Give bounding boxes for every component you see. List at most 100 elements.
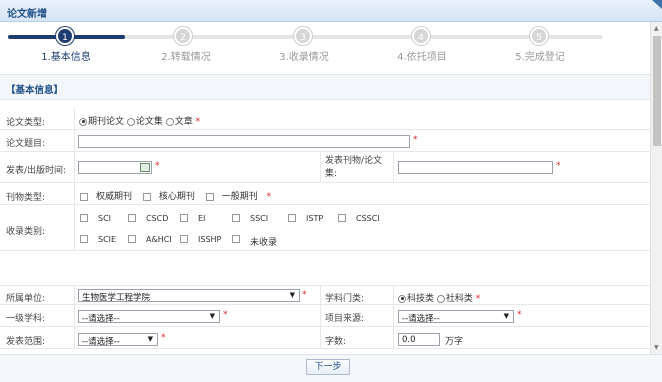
radio-paper-collection-label: 论文集	[135, 117, 163, 127]
required-mark: *	[413, 135, 418, 145]
row-journal-type: 刊物类型: 权威期刊 核心期刊 一般期刊 *	[0, 183, 650, 205]
row-paper-type: 论文类型: 期刊论文 论文集 文章 *	[0, 108, 650, 130]
radio-science-tech-label: 科技类	[407, 294, 435, 304]
checkbox-sci[interactable]	[80, 214, 88, 222]
first-subject-select[interactable]: --请选择-- ▼	[78, 310, 220, 324]
radio-social-science[interactable]	[436, 294, 445, 303]
checkbox-core-journal-label: 核心期刊	[158, 192, 195, 202]
section-title: 【基本信息】	[6, 85, 64, 96]
radio-paper-collection[interactable]	[126, 117, 135, 126]
divider	[74, 305, 75, 326]
row-index-category: 收录类别: SCI CSCD EI SSCI ISTP CSSCI SCIE A…	[0, 205, 650, 251]
journal-label: 发表刊物/论文集:	[325, 156, 383, 179]
journal-type-label: 刊物类型:	[6, 193, 46, 203]
radio-article-label: 文章	[174, 117, 193, 127]
divider	[393, 305, 394, 326]
checkbox-isshp[interactable]	[180, 235, 188, 243]
checkbox-authority-journal[interactable]	[80, 192, 88, 201]
radio-science-tech[interactable]	[398, 294, 406, 303]
journal-input[interactable]	[398, 161, 553, 174]
divider	[74, 108, 75, 129]
required-mark: *	[302, 290, 307, 300]
divider	[74, 183, 75, 204]
divider	[74, 205, 75, 250]
radio-journal-paper-label: 期刊论文	[88, 117, 125, 127]
paper-type-group: 期刊论文 论文集 文章 *	[79, 114, 200, 127]
publish-scope-select[interactable]: --请选择-- ▼	[78, 333, 158, 347]
unit-select[interactable]: 生物医学工程学院 ▼	[78, 289, 300, 303]
checkbox-istp-label: ISTP	[306, 214, 324, 223]
project-source-select[interactable]: --请选择-- ▼	[398, 310, 514, 324]
row-publish-time: 发表/出版时间: * 发表刊物/论文集: *	[0, 152, 650, 183]
unit-label: 所属单位:	[6, 294, 46, 304]
chevron-down-icon: ▼	[289, 291, 295, 299]
checkbox-ei-label: EI	[198, 214, 206, 223]
checkbox-authority-journal-label: 权威期刊	[96, 192, 133, 202]
radio-social-science-label: 社科类	[445, 294, 473, 304]
step-2-circle[interactable]: 2	[174, 27, 192, 45]
row-unit: 所属单位: 生物医学工程学院 ▼ * 学科门类: 科技类 社科类 *	[0, 285, 650, 305]
scroll-up-icon[interactable]: ▲	[654, 25, 659, 32]
divider	[74, 130, 75, 151]
step-4-circle[interactable]: 4	[412, 27, 430, 45]
step-1-label: 1.基本信息	[41, 52, 91, 63]
calendar-icon[interactable]	[140, 163, 150, 172]
divider	[74, 327, 75, 348]
checkbox-sci-label: SCI	[98, 214, 112, 223]
project-source-label: 项目来源:	[325, 314, 365, 324]
first-subject-label: 一级学科:	[6, 314, 46, 324]
required-mark: *	[556, 161, 561, 171]
checkbox-cssci-label: CSSCI	[356, 214, 380, 223]
step-5-label: 5.完成登记	[515, 52, 565, 63]
step-5-circle[interactable]: 5	[530, 27, 548, 45]
required-mark: *	[161, 333, 166, 343]
paper-title-input[interactable]	[78, 135, 410, 148]
checkbox-cssci[interactable]	[338, 214, 346, 222]
checkbox-general-journal-label: 一般期刊	[221, 192, 258, 202]
row-paper-title: 论文题目: *	[0, 130, 650, 152]
required-mark: *	[195, 117, 201, 127]
checkbox-scie-label: SCIE	[98, 235, 117, 244]
chevron-down-icon: ▼	[147, 335, 153, 343]
checkbox-scie[interactable]	[80, 235, 88, 243]
discipline-label: 学科门类:	[325, 294, 365, 304]
discipline-group: 科技类 社科类 *	[398, 291, 480, 304]
divider	[320, 305, 321, 326]
vertical-scrollbar[interactable]: ▲ ▼	[650, 22, 662, 354]
index-category-label: 收录类别:	[6, 227, 46, 237]
row-publish-scope: 发表范围: --请选择-- ▼ * 字数: 0.0 万字	[0, 327, 650, 349]
paper-title-label: 论文题目:	[6, 139, 46, 149]
checkbox-cscd[interactable]	[128, 214, 136, 222]
divider	[393, 286, 394, 304]
checkbox-not-indexed[interactable]	[232, 235, 240, 243]
journal-type-group: 权威期刊 核心期刊 一般期刊 *	[80, 189, 271, 202]
checkbox-general-journal[interactable]	[205, 192, 214, 201]
checkbox-ei[interactable]	[180, 214, 188, 222]
step-3-label: 3.收录情况	[279, 52, 329, 63]
word-count-unit: 万字	[445, 337, 464, 347]
publish-time-input[interactable]	[78, 161, 152, 174]
step-1-circle[interactable]: 1	[56, 27, 74, 45]
chevron-down-icon: ▼	[503, 312, 509, 320]
checkbox-ssci[interactable]	[232, 214, 240, 222]
checkbox-ahci[interactable]	[128, 235, 136, 243]
window-title: 论文新增	[7, 9, 47, 20]
checkbox-istp[interactable]	[288, 214, 296, 222]
radio-article[interactable]	[165, 117, 174, 126]
word-count-label: 字数:	[325, 337, 347, 347]
publish-scope-select-value: --请选择--	[82, 337, 120, 347]
checkbox-isshp-label: ISSHP	[198, 235, 222, 244]
step-3-circle[interactable]: 3	[294, 27, 312, 45]
checkbox-cscd-label: CSCD	[146, 214, 169, 223]
divider	[320, 327, 321, 348]
scrollbar-thumb[interactable]	[653, 36, 661, 146]
required-mark: *	[475, 294, 481, 304]
row-first-subject: 一级学科: --请选择-- ▼ * 项目来源: --请选择-- ▼ *	[0, 305, 650, 327]
word-count-input[interactable]: 0.0	[398, 333, 440, 346]
next-step-button[interactable]: 下一步	[306, 359, 350, 375]
required-mark: *	[266, 192, 272, 202]
radio-journal-paper[interactable]	[79, 117, 87, 126]
divider	[393, 327, 394, 348]
checkbox-core-journal[interactable]	[142, 192, 151, 201]
scroll-down-icon[interactable]: ▼	[654, 344, 659, 351]
